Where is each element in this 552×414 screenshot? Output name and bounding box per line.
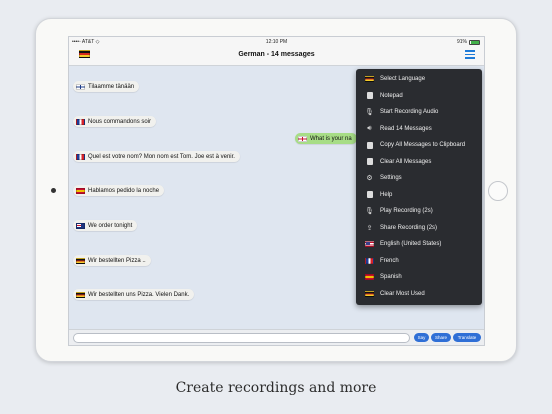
menu-item-clear-most-used[interactable]: Clear Most Used: [356, 286, 482, 303]
message-text: Quel est votre nom? Mon nom est Tom. Joe…: [88, 153, 235, 160]
german-flag-icon: [365, 76, 374, 83]
message-bubble[interactable]: Tilaamme tänään: [73, 81, 140, 92]
battery-indicator: 91%: [457, 39, 480, 45]
battery-icon: [469, 39, 480, 45]
menu-item-label: Read 14 Messages: [380, 125, 432, 132]
menu-item-label: Notepad: [380, 92, 403, 99]
help-icon: [365, 191, 374, 199]
menu-item-label: Copy All Messages to Clipboard: [380, 142, 466, 149]
message-input[interactable]: [73, 333, 410, 343]
status-bar: ••••◦ AT&T ◇ 12:10 PM 91%: [69, 37, 484, 46]
finnish-flag-icon: [76, 83, 85, 90]
menu-item-select-language[interactable]: Select Language: [356, 71, 482, 88]
speaker-icon: 🔊︎: [367, 124, 372, 132]
french-flag-icon: [76, 118, 85, 125]
hamburger-menu-icon[interactable]: [465, 50, 475, 60]
message-text: What is your na: [310, 135, 352, 142]
message-text: Tilaamme tänään: [88, 83, 135, 90]
message-text: Hablamos pedido la noche: [88, 187, 160, 194]
french-flag-icon: [76, 153, 85, 160]
composer-bar: Say Share Translate: [69, 329, 484, 345]
camera-dot: [51, 188, 56, 193]
page-title: German - 14 messages: [238, 51, 315, 58]
us-flag-icon: [365, 241, 374, 248]
message-text: Wir bestellten Pizza ..: [88, 257, 146, 264]
message-text: Nous commandons soir: [88, 118, 152, 125]
promo-caption: Create recordings and more: [175, 380, 377, 396]
notepad-icon: [365, 92, 374, 100]
german-flag-icon: [76, 291, 85, 298]
message-bubble[interactable]: Quel est votre nom? Mon nom est Tom. Joe…: [73, 151, 240, 162]
menu-item-label: Help: [380, 191, 393, 198]
menu-item-english-us[interactable]: English (United States): [356, 236, 482, 253]
menu-item-share-recording[interactable]: ⇪ Share Recording (2s): [356, 220, 482, 237]
share-button[interactable]: Share: [431, 333, 451, 342]
message-text: Wir bestellten uns Pizza. Vielen Dank.: [88, 291, 190, 298]
menu-item-label: Spanish: [380, 274, 402, 281]
message-bubble[interactable]: Wir bestellten uns Pizza. Vielen Dank.: [73, 289, 195, 300]
menu-item-play-recording[interactable]: 🎙︎ Play Recording (2s): [356, 203, 482, 220]
menu-item-clear-messages[interactable]: Clear All Messages: [356, 154, 482, 171]
menu-item-label: Share Recording (2s): [380, 224, 438, 231]
menu-item-label: Settings: [380, 175, 402, 182]
menu-item-spanish[interactable]: Spanish: [356, 269, 482, 286]
menu-item-settings[interactable]: ⚙ Settings: [356, 170, 482, 187]
battery-percent: 91%: [456, 39, 467, 45]
clipboard-icon: [365, 141, 374, 149]
menu-item-copy-clipboard[interactable]: Copy All Messages to Clipboard: [356, 137, 482, 154]
menu-item-help[interactable]: Help: [356, 187, 482, 204]
translate-button[interactable]: Translate: [453, 333, 481, 342]
share-icon: ⇪: [366, 224, 373, 232]
gear-icon: ⚙: [366, 175, 373, 183]
clock-label: 12:10 PM: [265, 39, 288, 45]
say-button[interactable]: Say: [414, 333, 429, 342]
message-text: We order tonight: [88, 222, 133, 229]
menu-item-label: Start Recording Audio: [380, 109, 439, 116]
menu-item-label: French: [380, 257, 399, 264]
german-flag-icon: [76, 257, 85, 264]
menu-item-label: English (United States): [380, 241, 442, 248]
message-bubble[interactable]: Nous commandons soir: [73, 116, 157, 127]
menu-item-read-messages[interactable]: 🔊︎ Read 14 Messages: [356, 121, 482, 138]
menu-item-label: Play Recording (2s): [380, 208, 433, 215]
australian-flag-icon: [76, 222, 85, 229]
spanish-flag-icon: [365, 274, 374, 281]
french-flag-icon: [365, 257, 374, 264]
message-bubble[interactable]: Hablamos pedido la noche: [73, 185, 165, 196]
message-bubble-own[interactable]: What is your na: [295, 133, 357, 144]
menu-item-notepad[interactable]: Notepad: [356, 88, 482, 105]
microphone-icon: 🎙︎: [365, 109, 374, 117]
menu-item-label: Select Language: [380, 76, 426, 83]
spanish-flag-icon: [76, 187, 85, 194]
menu-item-french[interactable]: French: [356, 253, 482, 270]
message-bubble[interactable]: Wir bestellten Pizza ..: [73, 255, 151, 266]
options-menu: Select Language Notepad 🎙︎ Start Recordi…: [356, 69, 482, 305]
menu-item-start-recording[interactable]: 🎙︎ Start Recording Audio: [356, 104, 482, 121]
menu-item-label: Clear Most Used: [380, 290, 425, 297]
play-recording-icon: 🎙︎: [365, 208, 374, 216]
message-bubble[interactable]: We order tonight: [73, 220, 138, 231]
nav-bar: German - 14 messages: [69, 46, 484, 66]
clear-icon: [365, 158, 374, 166]
menu-item-label: Clear All Messages: [380, 158, 432, 165]
british-flag-icon: [298, 135, 307, 142]
home-button[interactable]: [488, 181, 508, 201]
german-flag-icon: [365, 290, 374, 297]
app-screen: ••••◦ AT&T ◇ 12:10 PM 91% German - 14 me…: [68, 36, 485, 346]
